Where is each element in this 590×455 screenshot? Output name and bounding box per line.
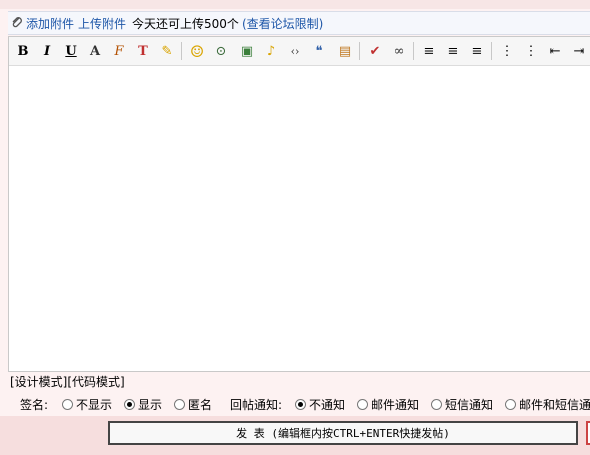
toolbar-separator [359, 42, 360, 60]
option-label: 匿名 [188, 398, 213, 412]
code-button[interactable]: ‹› [285, 41, 305, 61]
media-button[interactable]: ♪ [261, 41, 281, 61]
bold-button[interactable]: B [13, 41, 33, 61]
radio-button[interactable] [62, 399, 73, 410]
indent-button[interactable]: ⇥ [569, 41, 589, 61]
table-button[interactable]: ▤ [335, 41, 355, 61]
font-face-button[interactable]: F [109, 41, 129, 61]
unordered-list-button[interactable]: ⋮ [521, 41, 541, 61]
radio-button[interactable] [357, 399, 368, 410]
rich-text-editor: B I U A F T ✎ ☺ ⊙ ▣ ♪ ‹› ❝ ▤ ✔ ∞ ≡ ≡ ≡ ⋮… [8, 36, 590, 372]
image-button[interactable]: ▣ [237, 41, 257, 61]
upload-attachment-link[interactable]: 上传附件 [78, 15, 126, 32]
underline-button[interactable]: U [61, 41, 81, 61]
align-right-button[interactable]: ≡ [467, 41, 487, 61]
design-mode-link[interactable]: [设计模式] [10, 375, 67, 389]
quote-button[interactable]: ❝ [309, 41, 329, 61]
submit-bar: 发 表 (编辑框内按CTRL+ENTER快捷发帖) [0, 416, 590, 455]
notify-both-option[interactable]: 邮件和短信通 [505, 396, 590, 413]
upload-quota-text: 今天还可上传500个 [132, 17, 239, 31]
toolbar-separator [181, 42, 182, 60]
top-strip [0, 0, 590, 9]
radio-button[interactable] [505, 399, 516, 410]
option-label: 不显示 [76, 398, 113, 412]
option-label: 邮件和短信通 [519, 398, 590, 412]
radio-button[interactable] [174, 399, 185, 410]
outdent-button[interactable]: ⇤ [545, 41, 565, 61]
signature-anon-option[interactable]: 匿名 [174, 396, 212, 413]
align-center-button[interactable]: ≡ [443, 41, 463, 61]
option-label: 短信通知 [445, 398, 494, 412]
submit-post-button[interactable]: 发 表 (编辑框内按CTRL+ENTER快捷发帖) [108, 421, 578, 445]
unlink-button[interactable]: ∞ [389, 41, 409, 61]
radio-button[interactable] [431, 399, 442, 410]
clear-format-button[interactable]: ✔ [365, 41, 385, 61]
paperclip-icon [12, 17, 22, 28]
italic-button[interactable]: I [37, 41, 57, 61]
toolbar-separator [491, 42, 492, 60]
toolbar-separator [413, 42, 414, 60]
highlight-button[interactable]: ✎ [157, 41, 177, 61]
text-color-button[interactable]: T [133, 41, 153, 61]
ordered-list-button[interactable]: ⋮ [497, 41, 517, 61]
post-options-row: 签名: 不显示 显示 匿名 回帖通知: 不通知 邮件通知 短信通知 邮件和短信通 [0, 393, 590, 415]
font-size-button[interactable]: A [85, 41, 105, 61]
signature-show-option[interactable]: 显示 [124, 396, 162, 413]
option-label: 邮件通知 [371, 398, 420, 412]
secondary-button-edge[interactable] [586, 421, 590, 445]
align-left-button[interactable]: ≡ [419, 41, 439, 61]
notify-email-option[interactable]: 邮件通知 [357, 396, 419, 413]
code-mode-link[interactable]: [代码模式] [67, 375, 124, 389]
notify-label: 回帖通知: [230, 398, 283, 412]
editor-mode-switch: [设计模式][代码模式] [10, 373, 125, 390]
signature-hide-option[interactable]: 不显示 [62, 396, 112, 413]
attachment-bar: 添加附件 上传附件 今天还可上传500个 (查看论坛限制) [8, 11, 590, 35]
notify-sms-option[interactable]: 短信通知 [431, 396, 493, 413]
link-button[interactable]: ⊙ [211, 41, 231, 61]
option-label: 不通知 [309, 398, 346, 412]
radio-button-selected[interactable] [124, 399, 135, 410]
forum-limit-link[interactable]: (查看论坛限制) [242, 15, 323, 32]
add-attachment-link[interactable]: 添加附件 [26, 15, 74, 32]
smiley-button[interactable]: ☺ [187, 41, 207, 61]
option-label: 显示 [138, 398, 163, 412]
radio-button-selected[interactable] [295, 399, 306, 410]
editor-text-area[interactable] [9, 66, 590, 371]
editor-toolbar: B I U A F T ✎ ☺ ⊙ ▣ ♪ ‹› ❝ ▤ ✔ ∞ ≡ ≡ ≡ ⋮… [9, 37, 590, 66]
signature-label: 签名: [20, 398, 49, 412]
notify-none-option[interactable]: 不通知 [295, 396, 345, 413]
